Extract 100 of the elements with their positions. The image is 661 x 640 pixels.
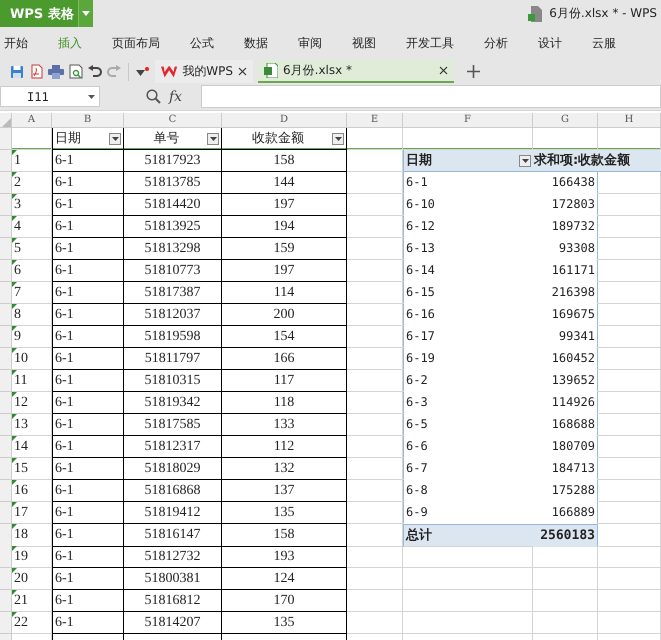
pivot-cell: 166438 [533,172,598,194]
table-cell: 158 [222,524,347,547]
column-header[interactable]: C [124,113,222,127]
table-cell: 6-1 [52,590,124,612]
print-icon[interactable] [48,64,64,78]
menu-tab[interactable]: 公式 [190,35,214,52]
document-tab[interactable]: 6月份.xlsx * [258,60,454,83]
row-header[interactable] [0,348,12,370]
row-header[interactable] [0,326,12,348]
table-cell: 197 [222,194,347,216]
table-cell: 6-1 [52,304,124,326]
document-tab[interactable]: 我的WPS [155,60,253,83]
row-header[interactable] [0,150,12,172]
column-header[interactable]: D [222,113,347,127]
pdf-export-icon[interactable] [29,64,43,79]
function-label[interactable]: fx [169,88,193,104]
table-cell [347,480,403,502]
row-header[interactable] [0,612,12,634]
row-header[interactable] [0,436,12,458]
menu-tab[interactable]: 审阅 [298,35,322,52]
table-cell: 51810773 [124,260,222,282]
row-header[interactable] [0,414,12,436]
table-cell [598,458,661,480]
row-header[interactable] [0,194,12,216]
row-header[interactable] [0,546,12,568]
filter-dropdown-icon[interactable] [332,132,344,144]
row-header[interactable] [0,172,12,194]
formula-input[interactable] [201,85,661,108]
new-tab-icon[interactable] [467,65,480,78]
menu-tab[interactable]: 设计 [538,35,562,52]
name-box[interactable]: I11 [0,86,100,107]
table-cell: 135 [222,502,347,524]
table-cell: 2 [12,172,52,194]
pivot-total-cell: 总计 [403,524,533,547]
row-header[interactable] [0,568,12,590]
filter-dropdown-icon[interactable] [109,132,121,144]
row-header[interactable] [0,128,12,150]
column-header[interactable]: F [403,113,533,127]
menu-tab[interactable]: 页面布局 [112,35,160,52]
app-menu-button[interactable]: WPS 表格 [0,0,78,27]
redo-icon[interactable] [107,65,121,78]
row-header[interactable] [0,370,12,392]
spreadsheet-icon [264,63,278,78]
row-header[interactable] [0,590,12,612]
column-header[interactable]: G [533,113,598,127]
zoom-icon[interactable] [146,89,161,104]
pivot-cell: 6-3 [403,392,533,414]
menu-tab[interactable]: 数据 [244,35,268,52]
select-all-corner[interactable] [0,113,12,127]
row-header[interactable] [0,238,12,260]
pivot-cell: 6-10 [403,194,533,216]
table-cell: 114 [222,282,347,304]
pivot-total-cell: 2560183 [533,524,598,547]
tab-label: 我的WPS [182,63,233,80]
table-cell [598,172,661,194]
column-header[interactable]: B [52,113,124,127]
caret-icon[interactable] [78,0,93,27]
table-cell: 117 [222,370,347,392]
menu-tab[interactable]: 开始 [4,35,28,52]
table-cell [598,260,661,282]
pivot-cell: 114926 [533,392,598,414]
close-icon[interactable] [439,66,448,75]
table-cell: 4 [12,216,52,238]
menu-tab[interactable]: 视图 [352,35,376,52]
table-cell [347,458,403,480]
table-cell: 8 [12,304,52,326]
print-preview-icon[interactable] [69,64,83,79]
row-header[interactable] [0,524,12,547]
menu-tab[interactable]: 云服 [592,35,616,52]
row-header[interactable] [0,392,12,414]
row-header[interactable] [0,458,12,480]
save-icon[interactable] [10,64,24,78]
pivot-cell: 160452 [533,348,598,370]
row-header[interactable] [0,282,12,304]
table-cell: 6-1 [52,568,124,590]
undo-icon[interactable] [88,65,102,78]
table-cell: 51814420 [124,194,222,216]
table-cell [347,392,403,414]
filter-dropdown-icon[interactable] [207,132,219,144]
row-header[interactable] [0,304,12,326]
column-header[interactable]: H [598,113,661,127]
row-header[interactable] [0,480,12,502]
menu-tab[interactable]: 开发工具 [406,35,454,52]
table-cell: 51818029 [124,458,222,480]
pivot-cell: 6-16 [403,304,533,326]
menu-tab[interactable]: 分析 [484,35,508,52]
row-header[interactable] [0,502,12,524]
table-cell [533,590,598,612]
pivot-cell: 6-1 [403,172,533,194]
pivot-cell: 6-17 [403,326,533,348]
column-header[interactable]: E [347,113,403,127]
dropdown-icon[interactable] [136,66,150,76]
pivot-header-cell: 求和项:收款金额 [533,150,661,172]
row-header[interactable] [0,260,12,282]
row-header[interactable] [0,216,12,238]
table-cell [598,612,661,634]
close-icon[interactable] [238,67,247,76]
filter-dropdown-icon[interactable] [519,154,531,166]
column-header[interactable]: A [12,113,52,127]
table-cell [598,326,661,348]
